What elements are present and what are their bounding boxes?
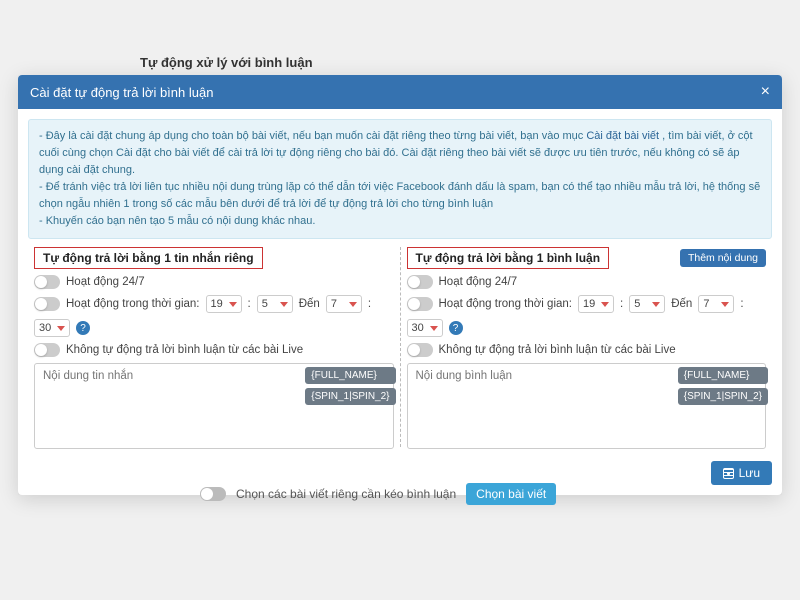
column-title-comment: Tự động trả lời bằng 1 bình luận <box>407 247 610 269</box>
choose-post-button[interactable]: Chọn bài viết <box>466 483 556 505</box>
info-line-1: - Đây là cài đặt chung áp dụng cho toàn … <box>39 128 761 179</box>
toggle-time-range[interactable] <box>407 297 433 311</box>
select-to-hour[interactable]: 7 <box>698 295 734 313</box>
info-highlight: Cài đặt bài viết <box>586 130 659 142</box>
help-icon[interactable]: ? <box>76 321 90 335</box>
label-to: Đến <box>299 298 320 310</box>
caret-down-icon <box>349 302 357 307</box>
add-content-button[interactable]: Thêm nội dung <box>680 249 766 267</box>
auto-reply-settings-modal: Cài đặt tự động trả lời bình luận × - Đâ… <box>18 75 782 495</box>
select-from-hour[interactable]: 19 <box>578 295 614 313</box>
toggle-no-live[interactable] <box>407 343 433 357</box>
label-time-range: Hoạt động trong thời gian: <box>439 298 573 310</box>
help-icon[interactable]: ? <box>449 321 463 335</box>
caret-down-icon <box>721 302 729 307</box>
placeholder-tags: {FULL_NAME} {SPIN_1|SPIN_2} <box>678 367 768 405</box>
info-line-3: - Khuyến cáo bạn nên tạo 5 mẫu có nội du… <box>39 213 761 230</box>
comment-content-area: {FULL_NAME} {SPIN_1|SPIN_2} Xóa <box>407 363 767 454</box>
page-title: Tự động xử lý với bình luận <box>140 55 780 70</box>
tag-fullname[interactable]: {FULL_NAME} <box>678 367 768 384</box>
caret-down-icon <box>430 326 438 331</box>
tag-spin[interactable]: {SPIN_1|SPIN_2} <box>305 388 395 405</box>
message-content-area: {FULL_NAME} {SPIN_1|SPIN_2} <box>34 363 394 454</box>
select-count[interactable]: 30 <box>407 319 443 337</box>
caret-down-icon <box>229 302 237 307</box>
toggle-select-posts[interactable] <box>200 487 226 501</box>
caret-down-icon <box>652 302 660 307</box>
select-from-min[interactable]: 5 <box>257 295 293 313</box>
label-to: Đến <box>671 298 692 310</box>
modal-header: Cài đặt tự động trả lời bình luận × <box>18 75 782 109</box>
column-title-private: Tự động trả lời bằng 1 tin nhắn riêng <box>34 247 263 269</box>
label-no-live: Không tự động trả lời bình luận từ các b… <box>439 344 676 356</box>
info-panel: - Đây là cài đặt chung áp dụng cho toàn … <box>28 119 772 239</box>
caret-down-icon <box>57 326 65 331</box>
label-247: Hoạt động 24/7 <box>66 276 145 288</box>
select-from-hour[interactable]: 19 <box>206 295 242 313</box>
toggle-time-range[interactable] <box>34 297 60 311</box>
label-no-live: Không tự động trả lời bình luận từ các b… <box>66 344 303 356</box>
save-label: Lưu <box>739 466 760 480</box>
toggle-no-live[interactable] <box>34 343 60 357</box>
toggle-247[interactable] <box>407 275 433 289</box>
tag-fullname[interactable]: {FULL_NAME} <box>305 367 395 384</box>
label-247: Hoạt động 24/7 <box>439 276 518 288</box>
comment-reply-column: Tự động trả lời bằng 1 bình luận Thêm nộ… <box>401 247 773 447</box>
caret-down-icon <box>601 302 609 307</box>
modal-overlay: Cài đặt tự động trả lời bình luận × - Đâ… <box>18 75 782 495</box>
select-count[interactable]: 30 <box>34 319 70 337</box>
save-button[interactable]: Lưu <box>711 461 772 485</box>
placeholder-tags: {FULL_NAME} {SPIN_1|SPIN_2} <box>305 367 395 405</box>
label-time-range: Hoạt động trong thời gian: <box>66 298 200 310</box>
save-icon <box>723 468 734 479</box>
info-text: - Đây là cài đặt chung áp dụng cho toàn … <box>39 130 586 142</box>
toggle-247[interactable] <box>34 275 60 289</box>
modal-title: Cài đặt tự động trả lời bình luận <box>30 85 213 100</box>
select-to-hour[interactable]: 7 <box>326 295 362 313</box>
private-message-column: Tự động trả lời bằng 1 tin nhắn riêng Ho… <box>28 247 400 447</box>
label-select-posts: Chọn các bài viết riêng cần kéo bình luậ… <box>236 487 456 501</box>
caret-down-icon <box>280 302 288 307</box>
select-from-min[interactable]: 5 <box>629 295 665 313</box>
tag-spin[interactable]: {SPIN_1|SPIN_2} <box>678 388 768 405</box>
close-icon[interactable]: × <box>761 83 770 101</box>
info-line-2: - Để tránh việc trả lời liên tục nhiều n… <box>39 179 761 213</box>
background-footer: Chọn các bài viết riêng cần kéo bình luậ… <box>200 483 556 505</box>
modal-body: Tự động trả lời bằng 1 tin nhắn riêng Ho… <box>18 247 782 455</box>
